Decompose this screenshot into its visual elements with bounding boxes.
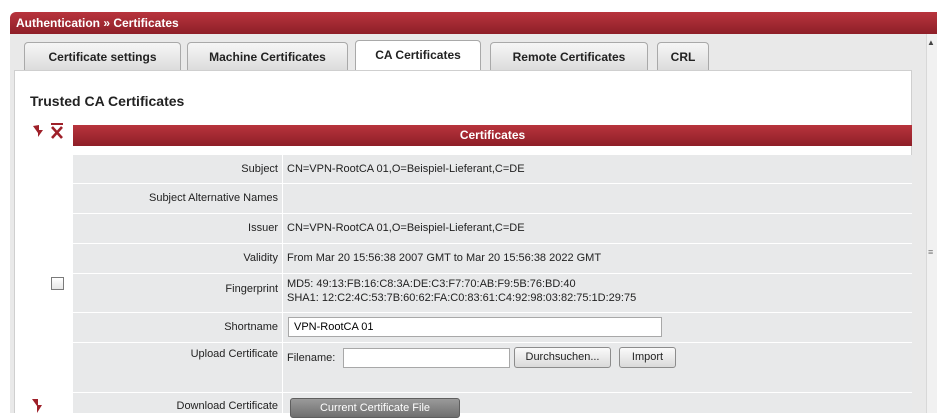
certificates-table-header: Certificates	[73, 125, 912, 146]
table-row-subject: Subject CN=VPN-RootCA 01,O=Beispiel-Lief…	[73, 155, 912, 184]
san-label: Subject Alternative Names	[73, 184, 283, 213]
table-row-validity: Validity From Mar 20 15:56:38 2007 GMT t…	[73, 244, 912, 274]
breadcrumb: Authentication » Certificates	[16, 16, 179, 30]
fingerprint-md5: MD5: 49:13:FB:16:C8:3A:DE:C3:F7:70:AB:F9…	[287, 278, 576, 290]
fingerprint-sha1: SHA1: 12:C2:4C:53:7B:60:62:FA:C0:83:61:C…	[287, 292, 637, 304]
table-header-label: Certificates	[459, 128, 526, 142]
selection-column	[28, 146, 72, 413]
arrow-down-icon[interactable]	[31, 124, 45, 138]
filename-input[interactable]	[343, 348, 510, 368]
shortname-input[interactable]	[288, 317, 662, 337]
filename-label: Filename:	[287, 352, 336, 364]
tab-ca-certificates[interactable]: CA Certificates	[355, 40, 481, 71]
fingerprint-label: Fingerprint	[73, 274, 283, 312]
current-certificate-file-button[interactable]: Current Certificate File	[290, 398, 460, 418]
table-row-issuer: Issuer CN=VPN-RootCA 01,O=Beispiel-Liefe…	[73, 214, 912, 244]
issuer-label: Issuer	[73, 214, 283, 243]
table-row-fingerprint: Fingerprint MD5: 49:13:FB:16:C8:3A:DE:C3…	[73, 274, 912, 313]
table-row-download: Download Certificate	[73, 393, 912, 413]
upload-label: Upload Certificate	[73, 343, 283, 392]
browse-button[interactable]: Durchsuchen...	[514, 347, 611, 368]
tab-remote-certificates[interactable]: Remote Certificates	[490, 42, 648, 70]
scroll-up-arrow-icon[interactable]: ▲	[927, 38, 935, 47]
tab-certificate-settings[interactable]: Certificate settings	[24, 42, 181, 70]
subject-label: Subject	[73, 155, 283, 183]
certificate-select-checkbox[interactable]	[51, 277, 64, 290]
validity-value: From Mar 20 15:56:38 2007 GMT to Mar 20 …	[287, 252, 602, 264]
import-button[interactable]: Import	[619, 347, 676, 368]
delete-x-icon[interactable]	[50, 123, 64, 139]
section-title: Trusted CA Certificates	[30, 93, 185, 109]
issuer-value: CN=VPN-RootCA 01,O=Beispiel-Lieferant,C=…	[287, 222, 525, 234]
arrow-down-icon[interactable]	[30, 397, 44, 413]
tab-machine-certificates[interactable]: Machine Certificates	[187, 42, 348, 70]
window-title-bar: Authentication » Certificates	[10, 12, 937, 34]
scroll-grip-icon[interactable]: ≡	[928, 247, 933, 257]
vertical-scrollbar[interactable]	[926, 34, 937, 413]
table-row-san: Subject Alternative Names	[73, 184, 912, 214]
download-label: Download Certificate	[73, 393, 283, 413]
shortname-label: Shortname	[73, 313, 283, 342]
validity-label: Validity	[73, 244, 283, 273]
tab-crl[interactable]: CRL	[657, 42, 709, 70]
subject-value: CN=VPN-RootCA 01,O=Beispiel-Lieferant,C=…	[287, 163, 525, 175]
